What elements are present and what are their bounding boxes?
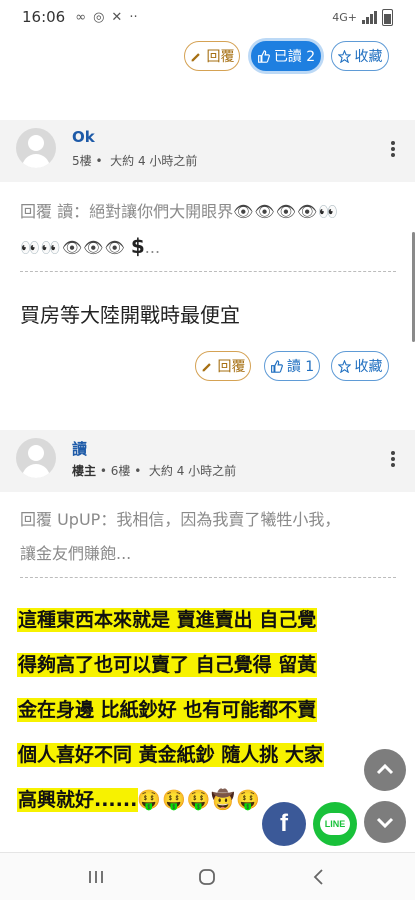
star-icon [337, 359, 351, 373]
comment-favorite-label: 收藏 [354, 359, 383, 375]
recent-apps-icon [88, 870, 103, 883]
chevron-down-icon [376, 817, 394, 829]
comment-reply-label: 回覆 [217, 359, 246, 375]
comment-author[interactable]: Ok [72, 128, 95, 146]
comment-meta: 樓主 • 6樓 • 大約 4 小時之前 [72, 464, 237, 478]
post-read-label: 已讀 2 [273, 49, 316, 65]
home-button[interactable] [187, 862, 227, 892]
comment-time: 大約 4 小時之前 [148, 464, 237, 478]
back-button[interactable] [299, 862, 339, 892]
avatar[interactable] [16, 128, 56, 168]
comment-read-label: 讀 1 [286, 359, 315, 375]
comment-reply-button[interactable]: 回覆 [195, 351, 251, 381]
more-options-icon[interactable] [391, 141, 395, 159]
quote-text: 回覆 UpUP：我相信，因為我賣了犧牲小我， [20, 510, 341, 529]
comment-meta: 5樓 • 大約 4 小時之前 [72, 154, 198, 168]
comment-body: 買房等大陸開戰時最便宜 [20, 303, 240, 327]
more-options-icon[interactable] [391, 451, 395, 469]
quote-ellipsis: ... [144, 238, 161, 257]
scroll-down-button[interactable] [364, 801, 406, 843]
body-line: 金在身邊 比紙鈔好 也有可能都不賣 [18, 699, 317, 721]
body-line: 高興就好...... [18, 789, 138, 811]
back-icon [313, 868, 323, 885]
comment-author[interactable]: 讀 [72, 438, 87, 459]
scroll-up-button[interactable] [364, 749, 406, 791]
wifi-signal-icon [362, 10, 377, 24]
comment-header: Ok 5樓 • 大約 4 小時之前 [0, 120, 415, 182]
post-favorite-button[interactable]: 收藏 [331, 41, 389, 71]
network-label: 4G+ [332, 10, 357, 24]
comment-read-button[interactable]: 讀 1 [264, 351, 320, 381]
pencil-icon [202, 362, 211, 371]
body-emoji: 🤑🤑🤑🤠🤑 [137, 789, 261, 811]
thumbs-up-icon [270, 359, 283, 373]
comment-header: 讀 樓主 • 6樓 • 大約 4 小時之前 [0, 430, 415, 492]
comment-body: 這種東西本來就是 賣進賣出 自己覺 得夠高了也可以賣了 自己覺得 留黃 金在身邊… [18, 598, 390, 823]
comment-floor: 5樓 [72, 154, 92, 168]
avatar[interactable] [16, 438, 56, 478]
more-notifications-icon: ·· [129, 9, 138, 25]
body-line: 個人喜好不同 黃金紙鈔 隨人挑 大家 [18, 744, 323, 766]
quoted-reply: 回覆 讀：絕對讓你們大開眼界👁👁👁👁👀 👀👀👁👁👁 $... [20, 195, 396, 272]
target-icon: ◎ [93, 9, 105, 25]
infinity-icon: ∞ [75, 9, 87, 25]
comment-favorite-button[interactable]: 收藏 [331, 351, 389, 381]
pencil-icon [191, 52, 200, 61]
chevron-up-icon [376, 763, 394, 775]
quote-emoji: 👀👀👁👁👁 [20, 238, 126, 257]
line-share-button[interactable]: LINE [313, 802, 357, 846]
comment-time: 大約 4 小時之前 [110, 154, 198, 168]
facebook-icon: f [280, 810, 288, 837]
op-badge: 樓主 [72, 464, 97, 478]
system-nav-bar [0, 852, 415, 900]
status-bar: 16:06 ∞ ◎ ✕ ·· 4G+ [0, 0, 415, 34]
quote-text: 讓金友們賺飽... [20, 544, 132, 563]
status-time: 16:06 [22, 8, 66, 26]
battery-icon [382, 8, 393, 26]
notification-icons: ∞ ◎ ✕ ·· [75, 10, 137, 25]
home-icon [199, 868, 216, 885]
post-reply-button[interactable]: 回覆 [184, 41, 240, 71]
line-icon: LINE [320, 813, 350, 835]
star-icon [337, 49, 351, 63]
quote-text: 回覆 讀：絕對讓你們大開眼界 [20, 202, 234, 221]
comment-floor: 6樓 [110, 464, 131, 478]
quote-emoji: 👁👁👁👁👀 [233, 202, 340, 221]
post-read-button[interactable]: 已讀 2 [251, 41, 321, 71]
body-line: 得夠高了也可以賣了 自己覺得 留黃 [18, 654, 317, 676]
quote-dollar: $ [130, 234, 145, 258]
post-favorite-label: 收藏 [354, 49, 383, 65]
recent-apps-button[interactable] [76, 862, 116, 892]
post-reply-label: 回覆 [206, 49, 235, 65]
app-x-icon: ✕ [111, 9, 123, 25]
body-line: 這種東西本來就是 賣進賣出 自己覺 [18, 609, 317, 631]
facebook-share-button[interactable]: f [262, 802, 306, 846]
status-right: 4G+ [332, 8, 393, 26]
thumbs-up-icon [257, 49, 270, 63]
quoted-reply: 回覆 UpUP：我相信，因為我賣了犧牲小我， 讓金友們賺飽... [20, 503, 396, 578]
